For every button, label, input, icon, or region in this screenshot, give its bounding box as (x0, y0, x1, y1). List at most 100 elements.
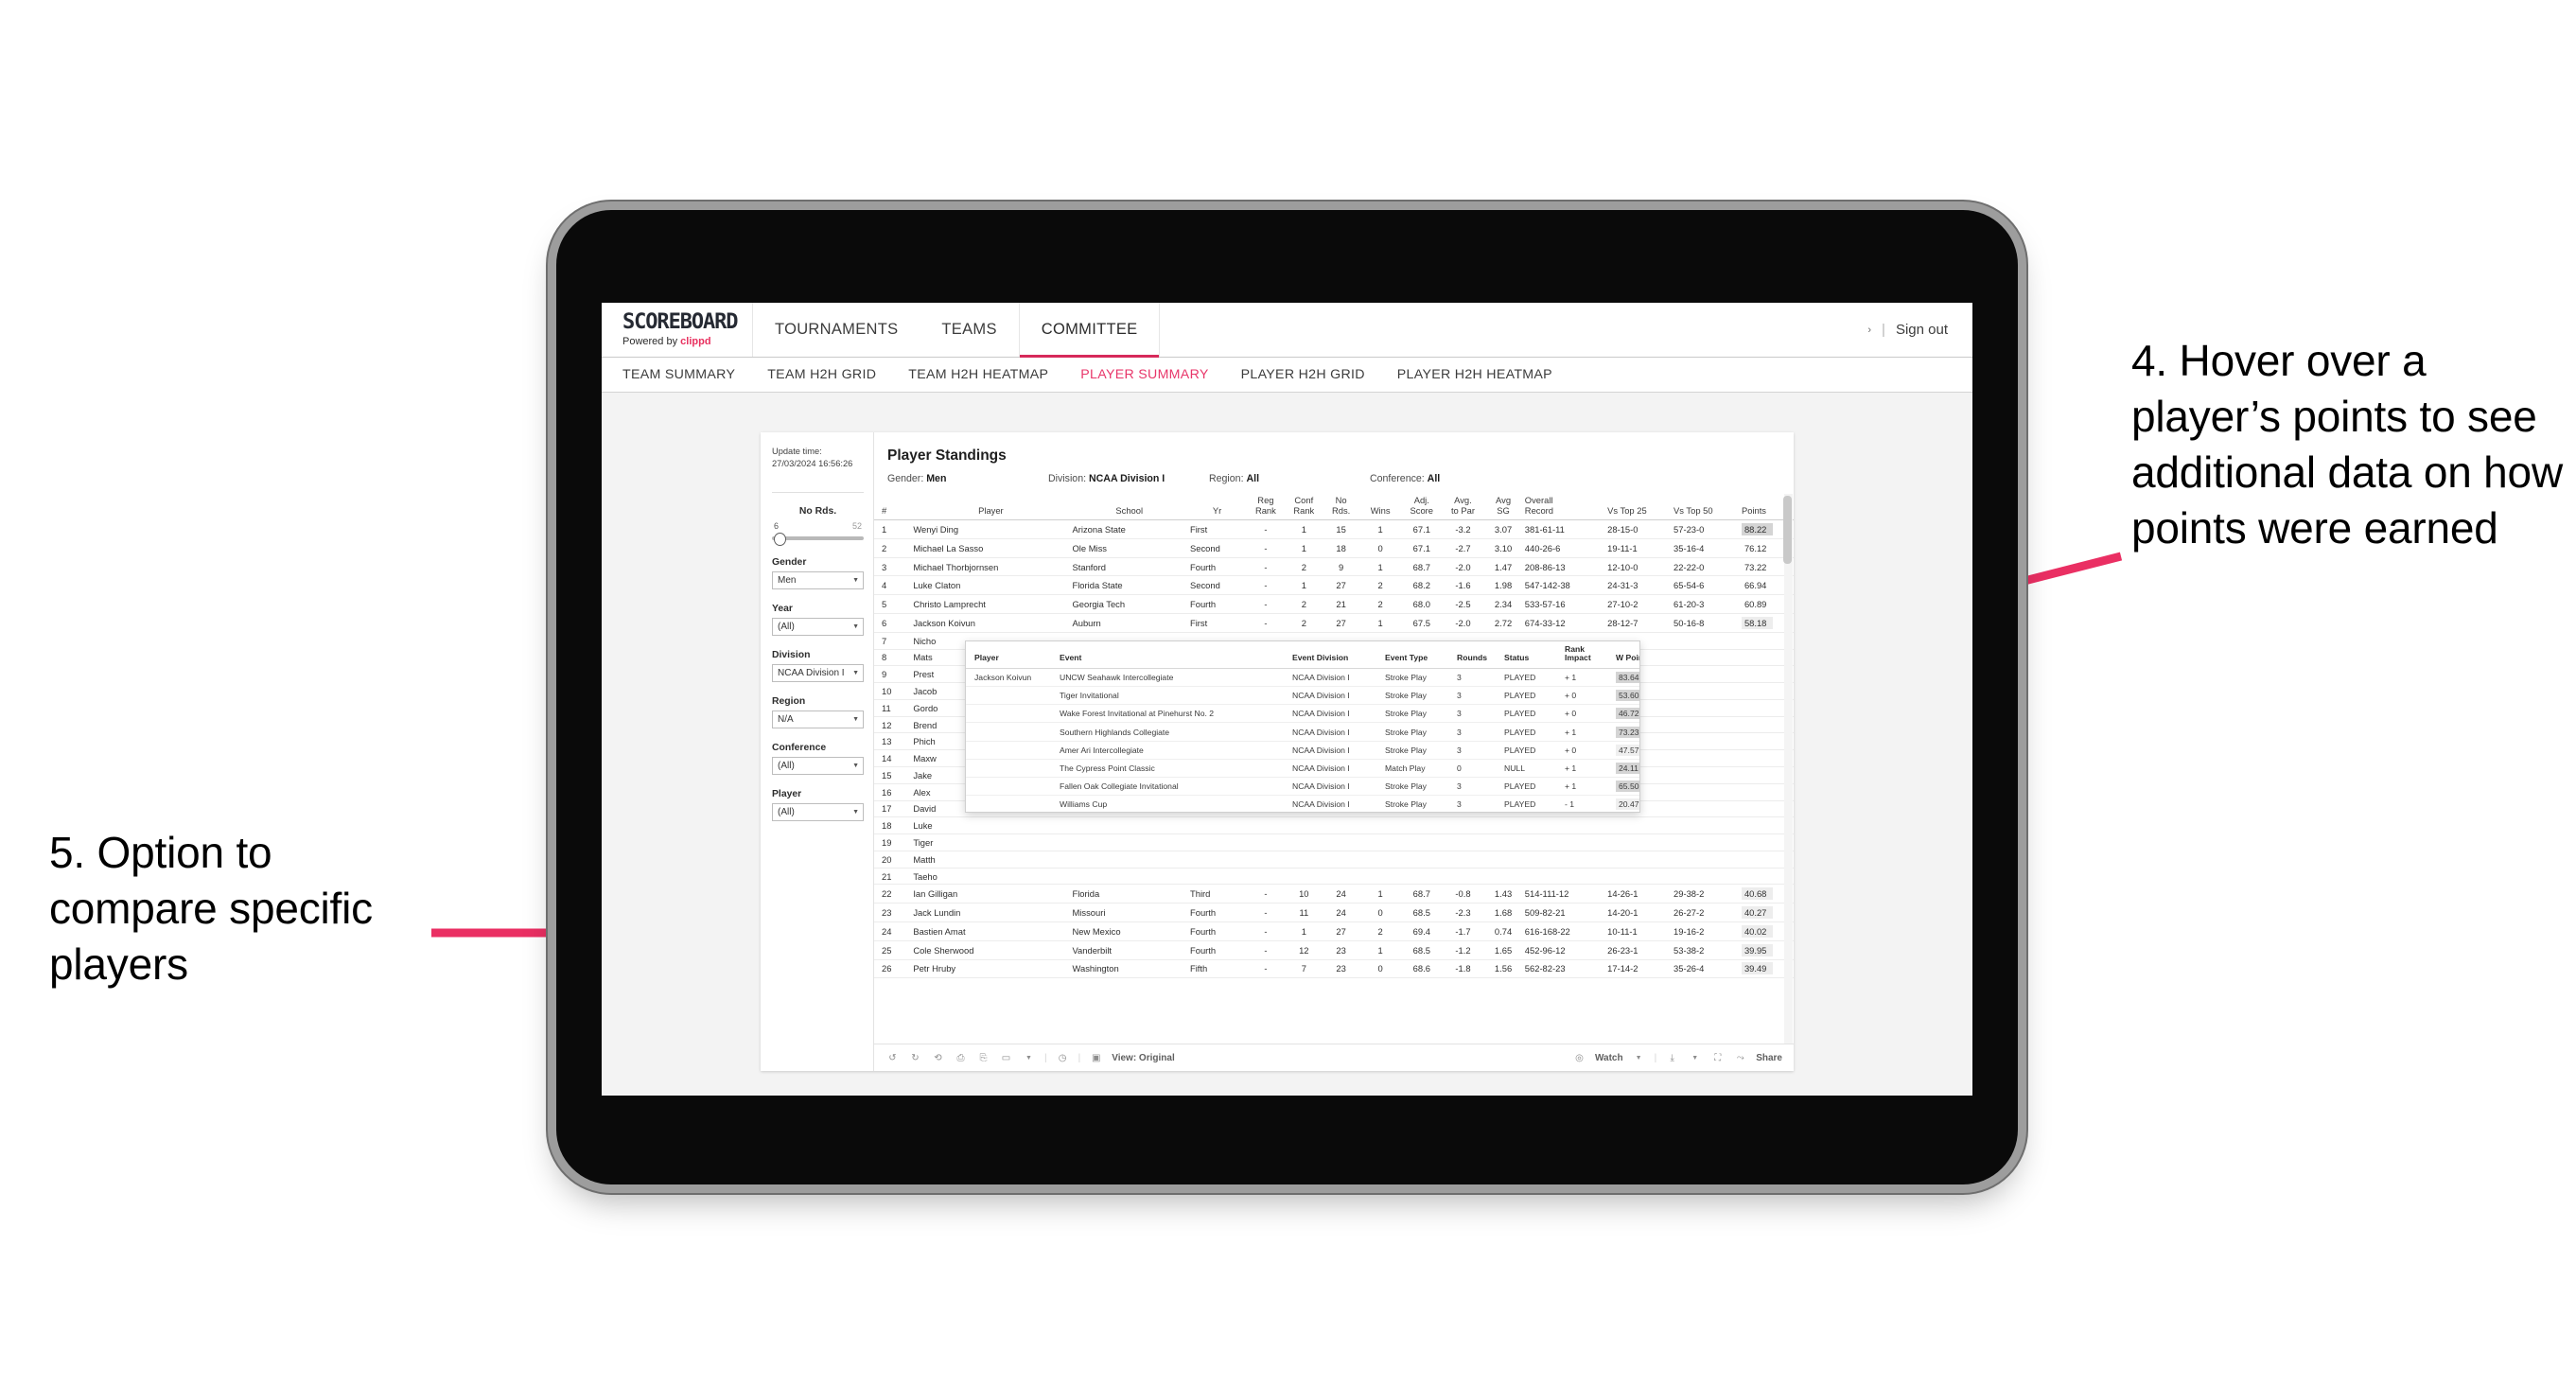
points-value[interactable]: 66.94 (1742, 579, 1773, 591)
view-original-label[interactable]: View: Original (1112, 1053, 1175, 1063)
points-value[interactable]: 40.02 (1741, 924, 1773, 938)
table-scrollbar[interactable] (1783, 494, 1793, 1044)
chevron-down-icon[interactable]: ▼ (1632, 1051, 1646, 1065)
share-label[interactable]: Share (1756, 1053, 1782, 1063)
no-rounds-slider[interactable]: No Rds. 6 52 (772, 506, 864, 546)
points-value[interactable]: 88.22 (1741, 522, 1773, 535)
column-header[interactable]: Vs Top 25 (1605, 494, 1673, 521)
table-row[interactable]: 6 Jackson Koivun Auburn First -2 27 1 67.5 -2.0 2… (874, 613, 1794, 633)
table-row[interactable]: 22 Ian Gilligan Florida Third -10 24 1 68.7 -0.8… (874, 884, 1794, 904)
points-value[interactable]: 76.12 (1742, 542, 1773, 554)
pause-updates-icon[interactable]: ⎘ (976, 1051, 990, 1065)
cell-school: Auburn (1070, 613, 1188, 633)
points-value[interactable]: 39.49 (1741, 962, 1773, 975)
filter-region-select[interactable]: N/A ▼ (772, 710, 864, 728)
column-header[interactable]: Overall Record (1522, 494, 1606, 521)
cell-player: Ian Gilligan (911, 884, 1071, 904)
cell-t50 (1672, 649, 1738, 667)
cell-par (1442, 851, 1484, 868)
column-header[interactable]: Adj. Score (1400, 494, 1443, 521)
table-row[interactable]: 1 Wenyi Ding Arizona State First -1 15 1 67.1 -3… (874, 519, 1794, 539)
tooltip-cell-type: Stroke Play (1382, 741, 1454, 760)
table-row[interactable]: 19 Tiger (874, 833, 1794, 851)
points-value[interactable]: 40.27 (1741, 906, 1773, 920)
cell-rds: 24 (1322, 884, 1360, 904)
revert-icon[interactable]: ⟲ (931, 1051, 945, 1065)
fullscreen-icon[interactable]: ⛶ (1710, 1051, 1725, 1065)
filter-division-select[interactable]: NCAA Division I ▼ (772, 663, 864, 682)
cell-t50: 19-16-2 (1672, 921, 1738, 941)
undo-icon[interactable]: ↺ (885, 1051, 900, 1065)
cell-school: Arizona State (1070, 519, 1188, 539)
history-icon[interactable]: ◷ (1056, 1051, 1070, 1065)
cell-rec (1522, 833, 1606, 851)
filter-year-select[interactable]: (All) ▼ (772, 617, 864, 636)
filter-player-select[interactable]: (All) ▼ (772, 802, 864, 821)
watch-label[interactable]: Watch (1595, 1053, 1623, 1063)
nav-teams[interactable]: TEAMS (920, 303, 1018, 357)
points-value[interactable]: 58.18 (1741, 616, 1773, 629)
points-value[interactable]: 40.68 (1741, 887, 1773, 901)
view-original-icon[interactable]: ▣ (1089, 1051, 1103, 1065)
chevron-down-icon[interactable]: ▼ (1688, 1051, 1702, 1065)
table-row[interactable]: 25 Cole Sherwood Vanderbilt Fourth -12 23 1 68.… (874, 940, 1794, 960)
share-icon[interactable]: ⤳ (1733, 1051, 1747, 1065)
column-header[interactable]: Wins (1359, 494, 1401, 521)
subnav-team-h2h-grid[interactable]: TEAM H2H GRID (767, 367, 908, 382)
cell-yr: Fourth (1188, 940, 1247, 960)
subnav-player-h2h-heatmap[interactable]: PLAYER H2H HEATMAP (1397, 367, 1585, 382)
filter-gender-select[interactable]: Men ▼ (772, 570, 864, 589)
refresh-data-icon[interactable]: ⎙ (954, 1051, 968, 1065)
table-row[interactable]: 18 Luke (874, 816, 1794, 835)
table-row[interactable]: 26 Petr Hruby Washington Fifth -7 23 0 68.6 -1.8… (874, 959, 1794, 979)
chevron-down-icon[interactable]: ▼ (1022, 1051, 1036, 1065)
filter-conference-select[interactable]: (All) ▼ (772, 756, 864, 775)
cell-rec: 616-168-22 (1522, 921, 1606, 941)
cell-n: 22 (874, 884, 912, 904)
cell-t25: 28-15-0 (1605, 519, 1673, 539)
slider-track[interactable] (772, 532, 864, 546)
tooltip-cell-rounds: 3 (1454, 777, 1501, 797)
tooltip-cell-type: Stroke Play (1382, 795, 1454, 812)
subnav-player-summary[interactable]: PLAYER SUMMARY (1080, 367, 1240, 382)
sign-out-link[interactable]: Sign out (1896, 322, 1948, 338)
download-icon[interactable]: ⤓ (1665, 1051, 1679, 1065)
column-header[interactable]: Avg SG (1483, 494, 1523, 521)
column-header[interactable]: # (874, 494, 912, 521)
column-header[interactable]: Yr (1188, 494, 1247, 521)
scrollbar-thumb[interactable] (1783, 496, 1792, 564)
table-row[interactable]: 24 Bastien Amat New Mexico Fourth -1 27 2 69.4-… (874, 921, 1794, 941)
column-header[interactable]: School (1070, 494, 1188, 521)
filter-year-value: (All) (778, 621, 795, 632)
table-row[interactable]: 3 Michael Thorbjornsen Stanford Fourth -2 9 1 6… (874, 557, 1794, 577)
table-row[interactable]: 20 Matth (874, 851, 1794, 868)
filter-gender-value: Men (778, 574, 797, 586)
slider-handle[interactable] (774, 532, 786, 546)
subnav-team-summary[interactable]: TEAM SUMMARY (622, 367, 767, 382)
no-rounds-min: 6 (774, 520, 780, 531)
table-row[interactable]: 2 Michael La Sasso Ole Miss Second -1 18 0 67.1… (874, 538, 1794, 558)
table-row[interactable]: 4 Luke Claton Florida State Second -1 27 2 68.2… (874, 575, 1794, 596)
column-header[interactable]: Avg. to Par (1442, 494, 1484, 521)
column-header[interactable]: Vs Top 50 (1672, 494, 1738, 521)
redo-icon[interactable]: ↻ (908, 1051, 922, 1065)
chevron-right-icon[interactable]: › (1867, 325, 1871, 336)
points-value[interactable]: 60.89 (1742, 598, 1773, 610)
watch-icon[interactable]: ◎ (1572, 1051, 1586, 1065)
subnav-team-h2h-heatmap[interactable]: TEAM H2H HEATMAP (908, 367, 1080, 382)
nav-committee[interactable]: COMMITTEE (1018, 303, 1161, 358)
table-row[interactable]: 5 Christo Lamprecht Georgia Tech Fourth -2 21… (874, 594, 1794, 614)
nav-tournaments[interactable]: TOURNAMENTS (753, 303, 920, 357)
points-value[interactable]: 73.22 (1742, 561, 1773, 573)
tooltip-cell-player (966, 722, 1057, 742)
standings-table-wrapper: # Player School Yr Reg Rank Conf Rank No Rds. Wins… (874, 494, 1794, 1044)
table-row[interactable]: 21 Taeho (874, 868, 1794, 886)
column-header[interactable]: Conf Rank (1285, 494, 1323, 521)
points-value[interactable]: 39.95 (1741, 943, 1773, 956)
subnav-player-h2h-grid[interactable]: PLAYER H2H GRID (1241, 367, 1397, 382)
view-dropdown-icon[interactable]: ▭ (999, 1051, 1013, 1065)
column-header[interactable]: Reg Rank (1246, 494, 1286, 521)
column-header[interactable]: Player (911, 494, 1071, 521)
column-header[interactable]: No Rds. (1322, 494, 1360, 521)
table-row[interactable]: 23 Jack Lundin Missouri Fourth -11 24 0 68.5 -2.… (874, 903, 1794, 923)
